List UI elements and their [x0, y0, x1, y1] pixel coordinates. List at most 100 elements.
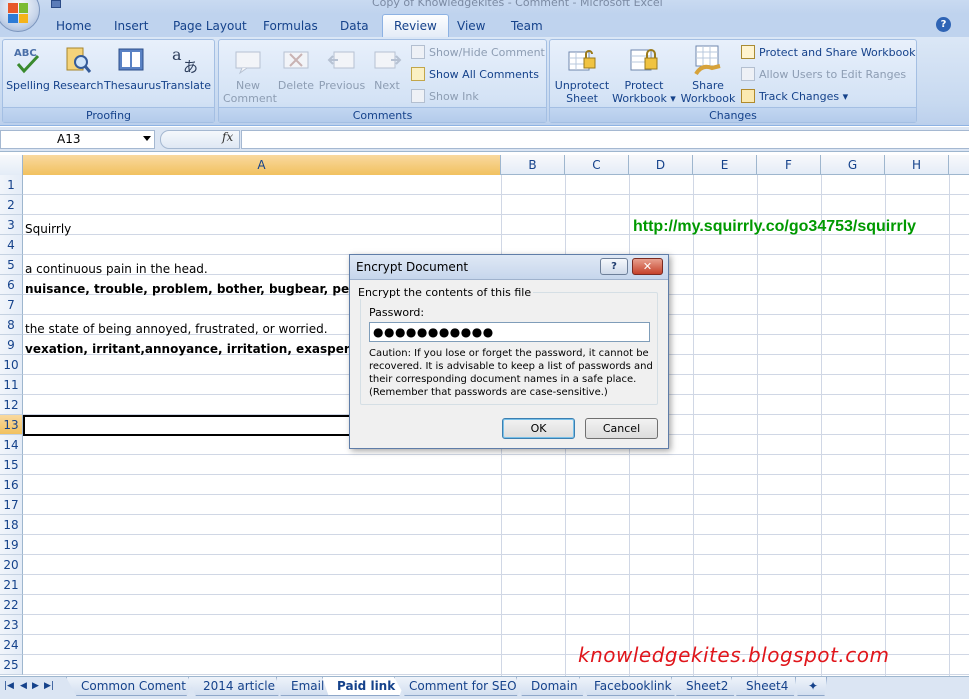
chevron-down-icon: ▾ [842, 90, 849, 103]
row-header-14[interactable]: 14 [0, 435, 23, 455]
office-logo-icon [8, 3, 28, 23]
row-header-10[interactable]: 10 [0, 355, 23, 375]
formula-input[interactable] [241, 130, 969, 149]
row-header-16[interactable]: 16 [0, 475, 23, 495]
delete-comment-button[interactable]: Delete [276, 44, 316, 92]
column-header-b[interactable]: B [501, 155, 565, 175]
column-header-h[interactable]: H [885, 155, 949, 175]
tab-view[interactable]: View [457, 19, 485, 33]
spelling-icon: ABC [12, 44, 44, 76]
protect-share-label: Protect and Share Workbook [759, 46, 916, 59]
cell-a8[interactable]: the state of being annoyed, frustrated, … [25, 319, 328, 339]
row-header-24[interactable]: 24 [0, 635, 23, 655]
name-box[interactable]: A13 [0, 130, 155, 149]
sheet-tab-domain[interactable]: Domain [516, 677, 589, 696]
sheet-tab-sheet4[interactable]: Sheet4 [731, 677, 800, 696]
allow-users-edit-ranges-button[interactable]: Allow Users to Edit Ranges [741, 66, 906, 84]
research-button[interactable]: Research [53, 44, 104, 92]
help-icon[interactable]: ? [600, 258, 628, 275]
ok-button[interactable]: OK [502, 418, 575, 439]
insert-function-icon[interactable]: fx [222, 130, 233, 144]
row-header-15[interactable]: 15 [0, 455, 23, 475]
dialog-title-bar[interactable]: Encrypt Document ? ✕ [350, 255, 668, 280]
cell-a6[interactable]: nuisance, trouble, problem, bother, bugb… [25, 279, 382, 299]
tab-page-layout[interactable]: Page Layout [173, 19, 247, 33]
cell-d3-link[interactable]: http://my.squirrly.co/go34753/squirrly [633, 217, 916, 237]
changes-group: Unprotect Sheet Protect Workbook ▾ Share… [549, 39, 917, 123]
password-field[interactable]: ●●●●●●●●●●● [369, 322, 650, 342]
row-header-3[interactable]: 3 [0, 215, 23, 235]
share-workbook-button[interactable]: Share Workbook [678, 44, 738, 105]
row-header-17[interactable]: 17 [0, 495, 23, 515]
column-header-e[interactable]: E [693, 155, 757, 175]
next-sheet-icon[interactable]: ▶ [32, 681, 39, 691]
save-icon[interactable] [51, 0, 61, 8]
cancel-button[interactable]: Cancel [585, 418, 658, 439]
row-header-5[interactable]: 5 [0, 255, 23, 275]
previous-comment-button[interactable]: Previous [318, 44, 366, 92]
sheet-tab-common-coment[interactable]: Common Coment [66, 677, 197, 696]
translate-button[interactable]: aあ Translate [161, 44, 211, 92]
row-header-8[interactable]: 8 [0, 315, 23, 335]
row-header-7[interactable]: 7 [0, 295, 23, 315]
next-comment-icon [371, 44, 403, 76]
row-header-25[interactable]: 25 [0, 655, 23, 675]
translate-label: Translate [161, 79, 211, 92]
new-comment-button[interactable]: New Comment [223, 44, 277, 105]
select-all-corner[interactable] [0, 155, 23, 175]
help-icon[interactable]: ? [936, 17, 951, 32]
close-icon[interactable]: ✕ [632, 258, 663, 275]
tab-data[interactable]: Data [340, 19, 369, 33]
column-header-a[interactable]: A [23, 155, 501, 175]
first-sheet-icon[interactable]: |◀ [4, 681, 14, 691]
prev-sheet-icon[interactable]: ◀ [20, 681, 27, 691]
chevron-down-icon[interactable] [143, 136, 151, 141]
tab-formulas[interactable]: Formulas [263, 19, 318, 33]
row-header-19[interactable]: 19 [0, 535, 23, 555]
sheet-tab-facebooklink[interactable]: Facebooklink [579, 677, 683, 696]
row-header-13[interactable]: 13 [0, 415, 23, 435]
track-changes-button[interactable]: Track Changes ▾ [741, 88, 848, 106]
row-header-21[interactable]: 21 [0, 575, 23, 595]
tab-insert[interactable]: Insert [114, 19, 148, 33]
last-sheet-icon[interactable]: ▶| [44, 681, 54, 691]
unprotect-sheet-button[interactable]: Unprotect Sheet [553, 44, 611, 105]
sheet-tab-comment-for-seo[interactable]: Comment for SEO [394, 677, 528, 696]
thesaurus-button[interactable]: Thesaurus [104, 44, 161, 92]
row-header-11[interactable]: 11 [0, 375, 23, 395]
research-label: Research [53, 79, 104, 92]
show-ink-button[interactable]: Show Ink [411, 88, 479, 106]
sheet-tab-2014-article[interactable]: 2014 article [188, 677, 286, 696]
row-header-4[interactable]: 4 [0, 235, 23, 255]
sheet-tab-paid-link[interactable]: Paid link [322, 677, 407, 696]
column-header-f[interactable]: F [757, 155, 821, 175]
column-header-c[interactable]: C [565, 155, 629, 175]
row-header-6[interactable]: 6 [0, 275, 23, 295]
row-header-18[interactable]: 18 [0, 515, 23, 535]
sheet-tab-sheet2[interactable]: Sheet2 [671, 677, 740, 696]
cell-a9[interactable]: vexation, irritant,annoyance, irritation… [25, 339, 385, 359]
show-all-comments-button[interactable]: Show All Comments [411, 66, 539, 84]
row-header-1[interactable]: 1 [0, 175, 23, 195]
tab-team[interactable]: Team [511, 19, 543, 33]
protect-share-icon [741, 45, 755, 59]
share-workbook-icon [692, 44, 724, 76]
column-header-g[interactable]: G [821, 155, 885, 175]
row-header-22[interactable]: 22 [0, 595, 23, 615]
cell-a5[interactable]: a continuous pain in the head. [25, 259, 208, 279]
row-header-9[interactable]: 9 [0, 335, 23, 355]
protect-workbook-button[interactable]: Protect Workbook ▾ [612, 44, 676, 105]
tab-review[interactable]: Review [382, 14, 449, 37]
row-header-23[interactable]: 23 [0, 615, 23, 635]
row-header-2[interactable]: 2 [0, 195, 23, 215]
insert-sheet-icon[interactable]: ✦ [795, 677, 828, 696]
protect-share-workbook-button[interactable]: Protect and Share Workbook [741, 44, 916, 62]
next-comment-button[interactable]: Next [367, 44, 407, 92]
row-header-20[interactable]: 20 [0, 555, 23, 575]
column-header-d[interactable]: D [629, 155, 693, 175]
show-hide-comment-button[interactable]: Show/Hide Comment [411, 44, 545, 62]
spelling-button[interactable]: ABC Spelling [6, 44, 50, 92]
cell-a3[interactable]: Squirrly [25, 219, 71, 239]
tab-home[interactable]: Home [56, 19, 91, 33]
row-header-12[interactable]: 12 [0, 395, 23, 415]
